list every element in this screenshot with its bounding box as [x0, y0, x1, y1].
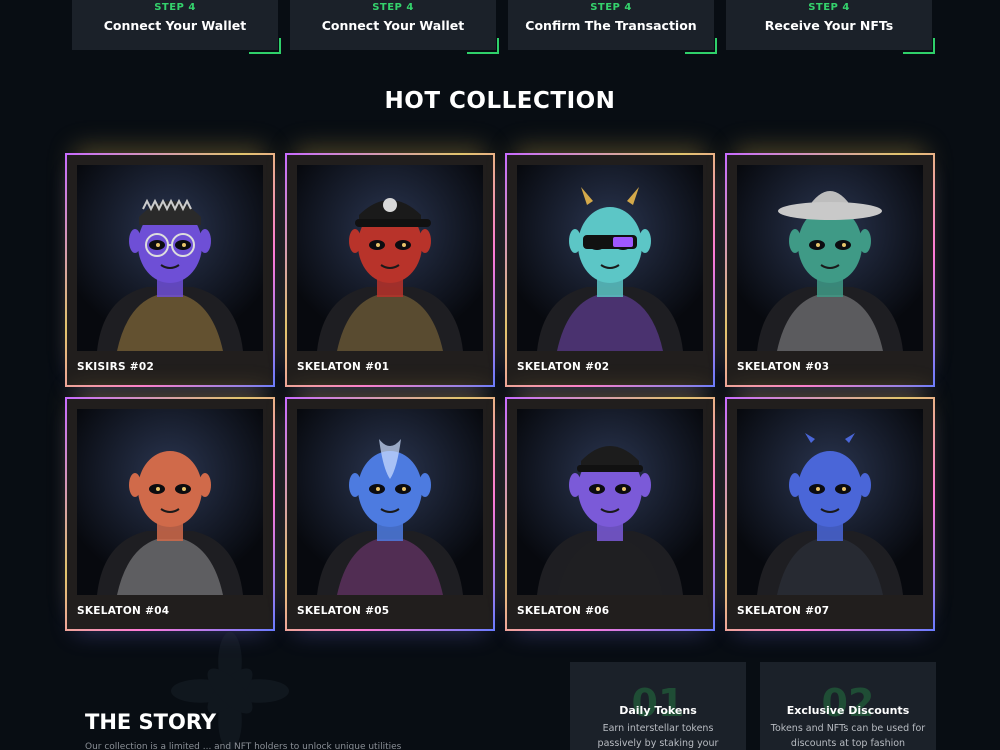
story-text: Our collection is a limited ... and NFT …	[85, 742, 402, 750]
nft-card[interactable]: SKELATON #05	[285, 397, 495, 631]
step-number: STEP 4	[154, 2, 196, 13]
hot-collection-title: HOT COLLECTION	[384, 88, 616, 114]
step-card: STEP 4 Receive Your NFTs	[726, 0, 935, 54]
step-card: STEP 4 Connect Your Wallet	[72, 0, 281, 54]
nft-card-name: SKELATON #05	[297, 605, 390, 617]
alien-in-camo-image	[737, 409, 923, 595]
nft-card-name: SKELATON #03	[737, 361, 830, 373]
alien-in-white-suit-image	[297, 409, 483, 595]
step-title: Confirm The Transaction	[525, 18, 697, 33]
alien-with-horns-image	[517, 165, 703, 351]
feature-title: Daily Tokens	[619, 704, 697, 717]
feature-card-exclusive-discounts: 02 Exclusive Discounts Tokens and NFTs c…	[760, 662, 936, 750]
nft-card[interactable]: SKELATON #04	[65, 397, 275, 631]
step-title: Connect Your Wallet	[321, 18, 465, 33]
step-title: Connect Your Wallet	[103, 18, 247, 33]
nft-card-name: SKELATON #02	[517, 361, 610, 373]
nft-card-name: SKELATON #04	[77, 605, 170, 617]
steps-row: STEP 4 Connect Your Wallet STEP 4 Connec…	[72, 0, 936, 56]
alien-with-glasses-image	[77, 165, 263, 351]
step-number: STEP 4	[372, 2, 414, 13]
step-card: STEP 4 Confirm The Transaction	[508, 0, 717, 54]
feature-title: Exclusive Discounts	[786, 704, 910, 717]
nft-card[interactable]: SKELATON #07	[725, 397, 935, 631]
story-title: THE STORY	[85, 710, 217, 734]
alien-in-silver-jacket-image	[77, 409, 263, 595]
nft-card[interactable]: SKELATON #03	[725, 153, 935, 387]
nft-card-name: SKISIRS #02	[77, 361, 155, 373]
nft-card-name: SKELATON #06	[517, 605, 610, 617]
step-number: STEP 4	[590, 2, 632, 13]
nft-card[interactable]: SKELATON #06	[505, 397, 715, 631]
nft-card[interactable]: SKELATON #01	[285, 153, 495, 387]
alien-with-cap-image	[297, 165, 483, 351]
nft-card[interactable]: SKISIRS #02	[65, 153, 275, 387]
nft-card-name: SKELATON #07	[737, 605, 830, 617]
nft-card-name: SKELATON #01	[297, 361, 390, 373]
step-title: Receive Your NFTs	[764, 18, 894, 33]
feature-description: Tokens and NFTs can be used for discount…	[770, 723, 926, 749]
feature-card-daily-tokens: 01 Daily Tokens Earn interstellar tokens…	[570, 662, 746, 750]
feature-description: Earn interstellar tokens passively by st…	[597, 723, 719, 749]
step-card: STEP 4 Connect Your Wallet	[290, 0, 499, 54]
step-number: STEP 4	[808, 2, 850, 13]
nft-card[interactable]: SKELATON #02	[505, 153, 715, 387]
alien-with-cowboy-hat-image	[737, 165, 923, 351]
alien-with-black-cap-image	[517, 409, 703, 595]
